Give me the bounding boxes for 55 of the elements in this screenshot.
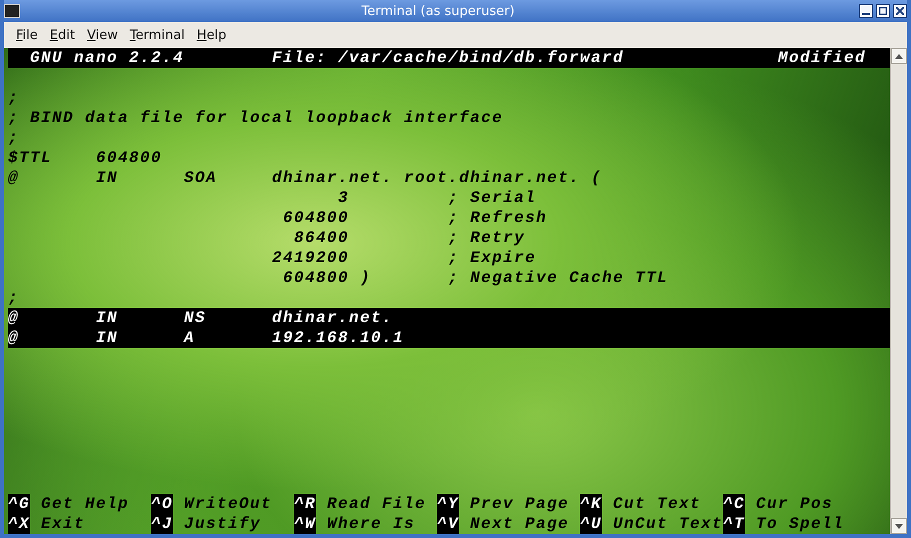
terminal-icon — [4, 4, 20, 18]
shortcut-label: UnCut Text — [613, 514, 724, 534]
shortcut-key: ^V — [437, 514, 460, 534]
maximize-button[interactable] — [876, 4, 890, 18]
text-line: 86400 ; Retry — [293, 228, 526, 248]
shortcut-key: ^K — [580, 494, 602, 514]
menu-item[interactable]: Help — [192, 26, 230, 44]
shortcut-key: ^Y — [437, 494, 460, 514]
window-title: Terminal (as superuser) — [360, 4, 516, 18]
text-line: 604800 ; Refresh — [282, 208, 548, 228]
shortcut-label: Get Help — [41, 494, 130, 514]
menu-item[interactable]: View — [82, 26, 122, 44]
text-line: ; — [8, 128, 20, 148]
shortcut-label: Exit — [41, 514, 86, 534]
shortcut-key: ^X — [8, 514, 30, 534]
shortcut-key: ^U — [580, 514, 602, 534]
scrollbar[interactable] — [890, 48, 907, 534]
modified-status: Modified — [778, 48, 868, 68]
file-path: File: /var/cache/bind/db.forward — [272, 48, 626, 68]
shortcut-label: Read File — [327, 494, 426, 514]
shortcut-label: Justify — [184, 514, 262, 534]
menu-item[interactable]: Edit — [46, 26, 79, 44]
shortcut-label: To Spell — [756, 514, 844, 534]
shortcut-key: ^R — [294, 494, 316, 514]
minimize-button[interactable] — [859, 4, 873, 18]
menu-item[interactable]: File — [12, 26, 42, 44]
shortcut-label: Cut Text — [613, 494, 702, 514]
text-line: @ IN SOA dhinar.net. root.dhinar.net. ( — [8, 168, 604, 188]
shortcut-key: ^O — [151, 494, 174, 514]
shortcut-label: Next Page — [470, 514, 570, 534]
text-line: ; BIND data file for local loopback interface — [8, 108, 504, 128]
shortcut-label: Prev Page — [470, 494, 570, 514]
menu-item[interactable]: Terminal — [126, 26, 189, 44]
shortcut-label: Cur Pos — [756, 494, 834, 514]
text-line: ; — [8, 288, 20, 308]
text-line: 2419200 ; Expire — [271, 248, 538, 268]
program-version: GNU nano 2.2.4 — [29, 48, 186, 68]
text-line: $TTL 604800 — [8, 148, 164, 168]
close-icon — [896, 7, 904, 15]
shortcut-key: ^G — [8, 494, 30, 514]
maximize-icon — [879, 7, 887, 15]
scroll-down-button[interactable] — [891, 518, 907, 534]
text-line: 3 ; Serial — [337, 188, 538, 208]
shortcut-key: ^J — [151, 514, 174, 534]
close-button[interactable] — [893, 4, 907, 18]
scroll-up-button[interactable] — [891, 48, 907, 64]
shortcut-key: ^W — [294, 514, 316, 534]
arrow-up-icon — [895, 54, 903, 58]
shortcut-label: WriteOut — [184, 494, 272, 514]
text-line: 604800 ) ; Negative Cache TTL — [282, 268, 670, 288]
shortcut-label: Where Is — [327, 514, 416, 534]
shortcut-key: ^T — [723, 514, 746, 534]
shortcut-key: ^C — [723, 494, 746, 514]
arrow-down-icon — [895, 524, 903, 528]
text-line: ; — [8, 88, 20, 108]
